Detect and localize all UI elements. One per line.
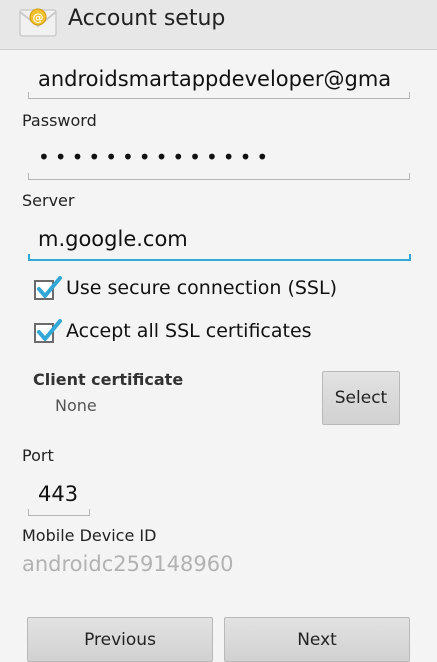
select-certificate-button[interactable]: Select [322, 371, 400, 425]
server-field-underline [28, 254, 411, 261]
action-bar-title: Account setup [68, 6, 226, 31]
previous-button[interactable]: Previous [27, 617, 213, 662]
username-field-underline [28, 92, 410, 99]
device-id-label: Mobile Device ID [22, 526, 157, 545]
checkmark-icon [37, 319, 62, 341]
password-field[interactable]: •••••••••••••• [38, 145, 273, 169]
accept-certs-checkbox[interactable] [34, 319, 62, 343]
accept-certs-checkbox-label[interactable]: Accept all SSL certificates [66, 320, 312, 342]
svg-text:@: @ [33, 11, 44, 24]
client-certificate-value: None [55, 396, 97, 415]
password-label: Password [22, 111, 97, 130]
password-field-underline [28, 173, 410, 180]
port-field-underline [28, 509, 90, 516]
server-label: Server [22, 191, 75, 210]
client-certificate-label: Client certificate [33, 370, 184, 389]
port-label: Port [22, 446, 54, 465]
checkmark-icon [37, 276, 62, 298]
port-field[interactable]: 443 [38, 482, 78, 506]
device-id-value: androidc259148960 [22, 552, 234, 576]
email-envelope-icon[interactable]: @ [18, 4, 58, 40]
ssl-checkbox[interactable] [34, 276, 62, 300]
server-field[interactable]: m.google.com [38, 227, 400, 251]
next-button[interactable]: Next [224, 617, 410, 662]
username-field[interactable]: androidsmartappdeveloper@gma [38, 67, 400, 91]
ssl-checkbox-label[interactable]: Use secure connection (SSL) [66, 277, 337, 299]
action-bar: @ Account setup [0, 0, 437, 50]
